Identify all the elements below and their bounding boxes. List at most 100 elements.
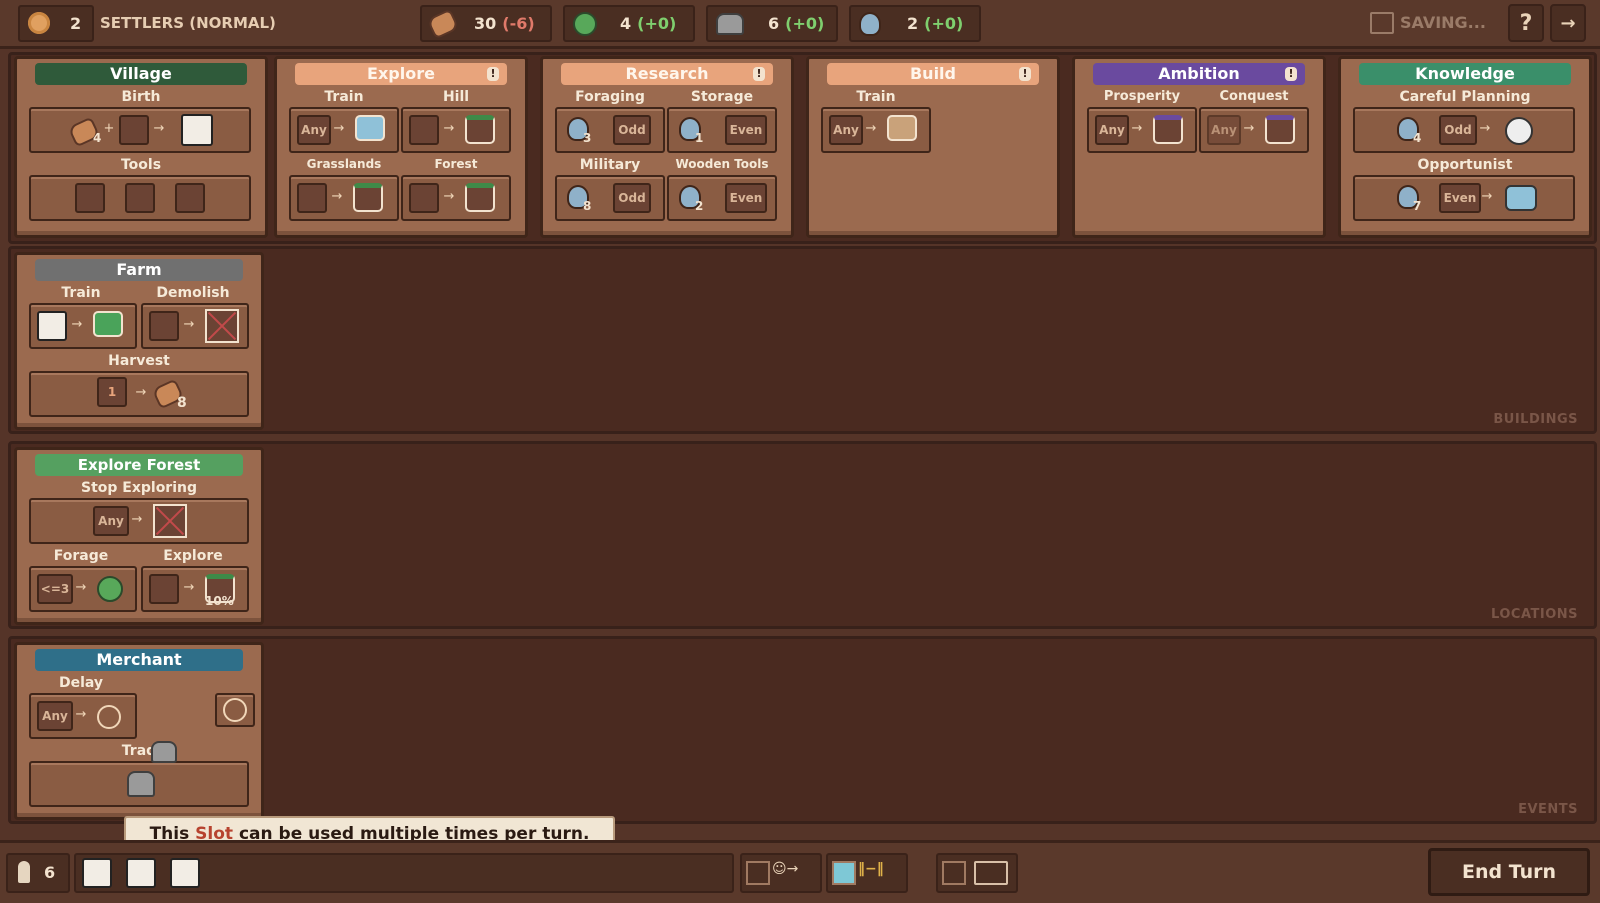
odd-die[interactable]: Odd [1439,115,1477,145]
odd-die[interactable]: Odd [613,183,651,213]
warning-icon: ! [487,67,499,81]
dice-icon [37,311,67,341]
storage-slot[interactable]: 1 Even [667,107,777,153]
grasslands-tile-icon [353,183,383,212]
end-turn-button[interactable]: End Turn [1428,848,1590,896]
filter-toggle-workers[interactable]: ☺→ [740,853,822,893]
any-die[interactable]: Any [1095,115,1129,145]
filter-toggle-log[interactable] [936,853,1018,893]
even-die[interactable]: Even [725,183,767,213]
dice-tray[interactable] [74,853,734,893]
forage-slot[interactable]: <=3 → [29,566,137,612]
wood-value: 4 [620,14,632,33]
prosperity-slot[interactable]: Any → [1087,107,1197,153]
any-die[interactable]: Any [37,701,73,731]
cost-number: 1 [695,131,704,145]
train-label: Train [324,89,364,105]
tool-die-3[interactable] [175,183,205,213]
warning-icon: ! [753,67,765,81]
arrow-icon: → [333,121,345,136]
die-slot[interactable] [409,183,439,213]
opportunist-slot[interactable]: 7 Even → [1353,175,1575,221]
arrow-icon: → [153,121,165,136]
die-slot[interactable] [409,115,439,145]
checkbox-icon[interactable] [942,861,966,885]
hill-slot[interactable]: → [401,107,511,153]
foraging-slot[interactable]: 3 Odd [555,107,665,153]
stop-exploring-slot[interactable]: Any → [29,498,249,544]
build-train-slot[interactable]: Any → [821,107,931,153]
explore-forest-title: Explore Forest [35,454,243,476]
die-slot[interactable] [149,311,179,341]
grasslands-slot[interactable]: → [289,175,399,221]
tool-die-2[interactable] [125,183,155,213]
dice-icon-3[interactable] [170,858,200,888]
farmer-icon [93,311,123,337]
delay-label: Delay [58,675,104,691]
any-die[interactable]: Any [297,115,331,145]
arrow-icon: → [131,512,143,527]
prosperity-label: Prosperity [1103,89,1181,104]
tool-die-1[interactable] [75,183,105,213]
dice-icon-2[interactable] [126,858,156,888]
card-village: Village Birth 4 + → Tools [14,56,268,238]
foraging-label: Foraging [575,89,645,105]
warning-icon: ! [1019,67,1031,81]
exit-button[interactable]: → [1550,4,1586,42]
conquest-label: Conquest [1219,89,1289,104]
cost-number: 2 [695,199,704,213]
dragged-stone-icon[interactable] [151,741,177,763]
merchant-timer [215,693,255,727]
explore-chance: 10% [205,594,234,608]
even-die[interactable]: Even [725,115,767,145]
ambition-tile-icon [1153,115,1183,144]
military-slot[interactable]: 8 Odd [555,175,665,221]
trade-label: Trad [121,743,157,759]
farm-train-slot[interactable]: → [29,303,137,349]
wooden-tools-slot[interactable]: 2 Even [667,175,777,221]
odd-die[interactable]: Odd [613,115,651,145]
research-title: Research! [561,63,773,85]
die-slot[interactable] [297,183,327,213]
harvest-die[interactable]: 1 [97,377,127,407]
demolish-slot[interactable]: → [141,303,249,349]
any-die[interactable]: Any [93,506,129,536]
any-die-disabled[interactable]: Any [1207,115,1241,145]
tools-slot[interactable] [29,175,251,221]
birth-slot[interactable]: 4 + → [29,107,251,153]
explore-forest-slot[interactable]: → 10% [141,566,249,612]
even-die[interactable]: Even [1439,183,1481,213]
filter-toggle-range[interactable]: ‖−‖ [826,853,908,893]
arrow-icon: → [75,707,87,722]
die-slot[interactable] [149,574,179,604]
delay-slot[interactable]: Any → [29,693,137,739]
harvest-slot[interactable]: 1 → 8 [29,371,249,417]
checkbox-icon[interactable] [746,861,770,885]
dice-icon-1[interactable] [82,858,112,888]
card-knowledge: Knowledge Careful Planning 4 Odd → Oppor… [1338,56,1592,238]
help-button[interactable]: ? [1508,4,1544,42]
die-slot[interactable] [119,115,149,145]
top-bar: 2 SETTLERS (NORMAL) 30 (-6) 4 (+0) 6 (+0… [0,0,1600,49]
conquest-slot[interactable]: Any → [1199,107,1309,153]
careful-planning-slot[interactable]: 4 Odd → [1353,107,1575,153]
food-value: 30 [474,14,497,33]
checked-checkbox-icon[interactable] [832,861,856,885]
buildings-section-label: BUILDINGS [1493,412,1578,427]
explore-train-slot[interactable]: Any → [289,107,399,153]
exit-icon: → [1560,12,1576,34]
range-icon: ‖−‖ [858,861,884,877]
knowledge-delta: (+0) [924,14,964,33]
knowledge-value: 2 [907,14,919,33]
cost-number: 4 [1413,131,1422,145]
trade-slot[interactable] [29,761,249,807]
builder-icon [887,115,917,141]
le3-die[interactable]: <=3 [37,574,73,604]
forest-slot[interactable]: → [401,175,511,221]
village-title: Village [35,63,247,85]
arrow-icon: → [135,385,147,400]
any-die[interactable]: Any [829,115,863,145]
arrow-icon: → [865,121,877,136]
hand-gift-icon [1505,185,1537,211]
forage-label: Forage [53,548,109,564]
